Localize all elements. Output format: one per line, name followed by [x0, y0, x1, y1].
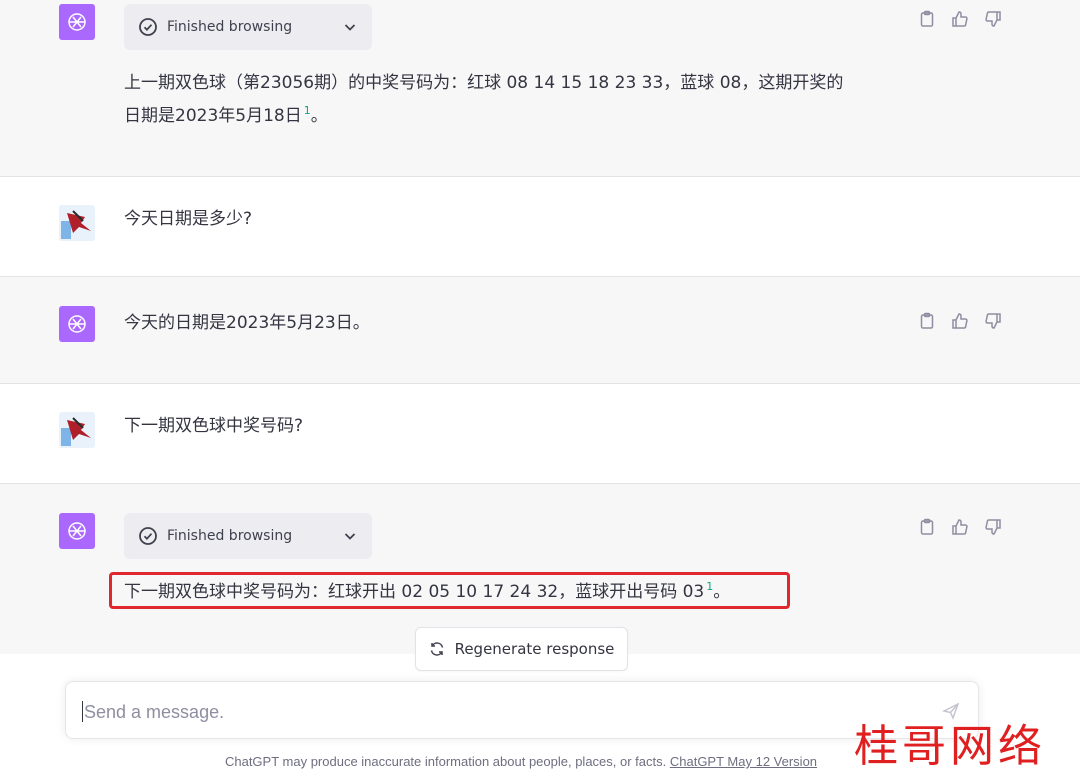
thumbs-down-icon[interactable] — [984, 518, 1002, 536]
text-cursor — [82, 701, 83, 722]
clipboard-icon[interactable] — [918, 10, 936, 28]
message-actions — [918, 10, 1002, 28]
message-line-2: 日期是2023年5月18日 1。 — [124, 104, 328, 126]
thumbs-down-icon[interactable] — [984, 312, 1002, 330]
assistant-message-2: 今天的日期是2023年5月23日。 — [0, 277, 1080, 383]
message-text: 上一期双色球（第23056期）的中奖号码为：红球 08 14 15 18 23 … — [124, 67, 843, 133]
user-message-2: 下一期双色球中奖号码? — [0, 384, 1080, 483]
openai-logo-icon — [59, 513, 95, 549]
chevron-down-icon — [344, 24, 356, 31]
regenerate-response-button[interactable]: Regenerate response — [415, 627, 628, 671]
openai-logo-icon — [59, 306, 95, 342]
message-actions — [918, 312, 1002, 330]
message-text: 今天的日期是2023年5月23日。 — [124, 313, 370, 333]
assistant-message-1: Finished browsing 上一期双色球（第23056期）的中奖号码为：… — [0, 0, 1080, 176]
thumbs-up-icon[interactable] — [951, 518, 969, 536]
user-avatar-icon — [59, 205, 95, 241]
browsing-status-toggle[interactable]: Finished browsing — [124, 4, 372, 50]
thumbs-up-icon[interactable] — [951, 10, 969, 28]
message-text: 下一期双色球中奖号码? — [124, 416, 304, 436]
check-circle-icon — [139, 527, 157, 545]
browsing-status-label: Finished browsing — [167, 528, 293, 544]
message-input[interactable] — [82, 696, 926, 728]
watermark-text: 桂哥网络 — [854, 721, 1046, 772]
message-composer — [65, 681, 979, 739]
regenerate-label: Regenerate response — [454, 640, 615, 658]
check-circle-icon — [139, 18, 157, 36]
user-avatar-icon — [59, 412, 95, 448]
message-actions — [918, 518, 1002, 536]
openai-logo-icon — [59, 4, 95, 40]
chevron-down-icon — [344, 533, 356, 540]
message-line-1: 上一期双色球（第23056期）的中奖号码为：红球 08 14 15 18 23 … — [124, 73, 844, 93]
thumbs-up-icon[interactable] — [951, 312, 969, 330]
clipboard-icon[interactable] — [918, 312, 936, 330]
version-link[interactable]: ChatGPT May 12 Version — [670, 754, 817, 769]
message-text: 今天日期是多少? — [124, 209, 253, 229]
user-message-1: 今天日期是多少? — [0, 177, 1080, 276]
browsing-status-toggle[interactable]: Finished browsing — [124, 513, 372, 559]
highlight-annotation-box — [109, 572, 790, 609]
clipboard-icon[interactable] — [918, 518, 936, 536]
thumbs-down-icon[interactable] — [984, 10, 1002, 28]
refresh-icon — [430, 642, 443, 656]
browsing-status-label: Finished browsing — [167, 19, 293, 35]
citation-link[interactable]: 1 — [304, 104, 311, 117]
